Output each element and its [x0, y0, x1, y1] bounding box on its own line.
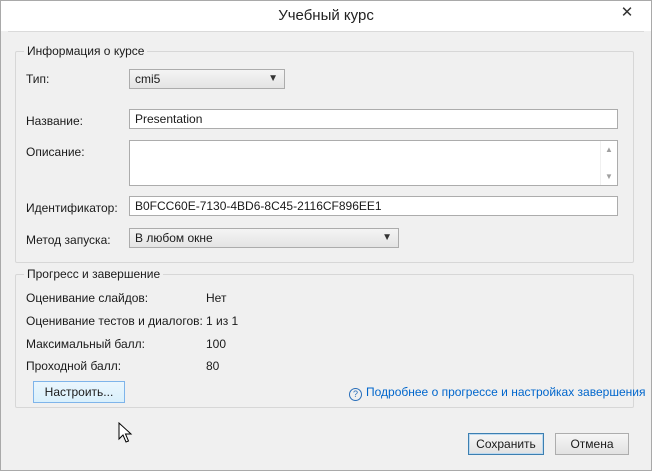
course-info-group-title: Информация о курсе: [24, 44, 148, 58]
help-icon: ?: [349, 388, 362, 401]
save-button[interactable]: Сохранить: [468, 433, 544, 455]
passing-score-label: Проходной балл:: [26, 359, 122, 373]
id-label: Идентификатор:: [26, 201, 118, 215]
dialog-window: Учебный курс ✕ Информация о курсе Тип: c…: [0, 0, 652, 471]
type-select-value: cmi5: [135, 72, 161, 86]
quiz-scoring-value: 1 из 1: [206, 314, 239, 328]
mouse-cursor-icon: [118, 422, 133, 443]
passing-score-value: 80: [206, 359, 220, 373]
launch-method-select[interactable]: В любом окне ▼: [129, 228, 399, 248]
close-button[interactable]: ✕: [609, 1, 645, 23]
name-input[interactable]: Presentation: [129, 109, 618, 129]
progress-group-title: Прогресс и завершение: [24, 267, 164, 281]
description-scrollbar[interactable]: ▲ ▼: [600, 141, 617, 185]
launch-method-label: Метод запуска:: [26, 233, 111, 247]
id-input[interactable]: B0FCC60E-7130-4BD6-8C45-2116CF896EE1: [129, 196, 618, 216]
type-label: Тип:: [26, 72, 50, 86]
progress-help-link-text[interactable]: Подробнее о прогрессе и настройках завер…: [366, 385, 645, 399]
max-score-value: 100: [206, 337, 227, 351]
quiz-scoring-label: Оценивание тестов и диалогов:: [26, 314, 203, 328]
name-label: Название:: [26, 114, 83, 128]
max-score-label: Максимальный балл:: [26, 337, 145, 351]
launch-method-value: В любом окне: [135, 231, 213, 245]
chevron-down-icon: ▼: [382, 232, 392, 243]
type-select[interactable]: cmi5 ▼: [129, 69, 285, 89]
dialog-content: Информация о курсе Тип: cmi5 ▼ Название:…: [8, 31, 645, 464]
slides-scoring-value: Нет: [206, 291, 227, 305]
description-label: Описание:: [26, 145, 85, 159]
slides-scoring-label: Оценивание слайдов:: [26, 291, 149, 305]
close-icon: ✕: [620, 4, 634, 21]
course-info-group: Информация о курсе Тип: cmi5 ▼ Название:…: [15, 44, 634, 263]
title-bar[interactable]: Учебный курс ✕: [1, 1, 651, 31]
progress-group: Прогресс и завершение Оценивание слайдов…: [15, 267, 645, 408]
chevron-down-icon: ▼: [268, 73, 278, 84]
progress-help-link[interactable]: ? Подробнее о прогрессе и настройках заве…: [349, 385, 645, 401]
configure-button[interactable]: Настроить...: [33, 381, 125, 403]
window-title: Учебный курс: [278, 7, 374, 24]
description-textarea[interactable]: ▲ ▼: [129, 140, 618, 186]
cancel-button[interactable]: Отмена: [555, 433, 629, 455]
scroll-down-icon[interactable]: ▼: [601, 172, 617, 181]
scroll-up-icon[interactable]: ▲: [601, 145, 617, 154]
